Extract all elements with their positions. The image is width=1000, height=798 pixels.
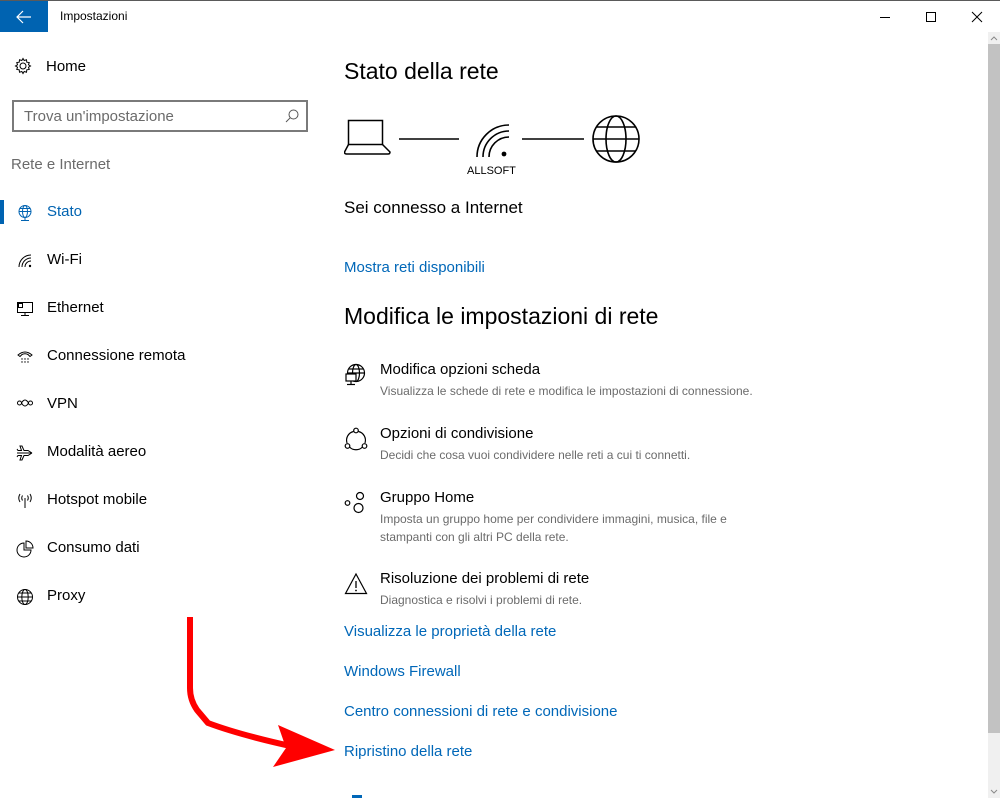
globe-icon bbox=[17, 589, 33, 605]
sidebar-item-label: Proxy bbox=[47, 587, 86, 604]
active-indicator bbox=[0, 200, 4, 224]
network-status-icon bbox=[18, 205, 32, 221]
ethernet-icon bbox=[17, 302, 33, 316]
warning-icon bbox=[344, 572, 368, 595]
status-title: Stato della rete bbox=[344, 58, 499, 84]
adapter-icon bbox=[345, 363, 366, 386]
sidebar-item-consumo-dati[interactable]: Consumo dati bbox=[0, 524, 320, 572]
option-description: Imposta un gruppo home per condividere i… bbox=[380, 512, 727, 544]
home-nav-item[interactable]: Home bbox=[14, 57, 86, 75]
windows-firewall-link[interactable]: Windows Firewall bbox=[344, 663, 461, 680]
sidebar-item-vpn[interactable]: VPN bbox=[0, 380, 320, 428]
change-settings-title: Modifica le impostazioni di rete bbox=[344, 303, 659, 329]
sidebar-item-label: Wi-Fi bbox=[47, 251, 82, 268]
search-input[interactable] bbox=[14, 102, 274, 130]
network-properties-link[interactable]: Visualizza le proprietà della rete bbox=[344, 623, 556, 640]
option-homegroup[interactable]: Gruppo Home Imposta un gruppo home per c… bbox=[344, 489, 984, 553]
close-icon bbox=[971, 11, 983, 22]
scroll-up-button[interactable] bbox=[988, 32, 1000, 44]
minimize-button[interactable] bbox=[862, 1, 908, 32]
wifi-icon bbox=[18, 254, 32, 268]
sidebar-item-wifi[interactable]: Wi-Fi bbox=[0, 236, 320, 284]
option-title: Gruppo Home bbox=[380, 489, 475, 506]
option-description: Decidi che cosa vuoi condividere nelle r… bbox=[380, 448, 691, 462]
show-networks-link[interactable]: Mostra reti disponibili bbox=[344, 259, 485, 276]
sidebar-item-label: Hotspot mobile bbox=[47, 491, 148, 508]
sidebar-item-hotspot-mobile[interactable]: Hotspot mobile bbox=[0, 476, 320, 524]
chevron-up-icon bbox=[990, 36, 998, 41]
sidebar-item-proxy[interactable]: Proxy bbox=[0, 572, 320, 620]
search-box bbox=[12, 100, 308, 132]
sidebar-item-label: Connessione remota bbox=[47, 347, 186, 364]
back-button[interactable] bbox=[0, 1, 48, 32]
option-adapter[interactable]: Modifica opzioni scheda Visualizza le sc… bbox=[344, 361, 984, 405]
maximize-icon bbox=[926, 11, 936, 22]
sidebar-item-modalita-aereo[interactable]: Modalità aereo bbox=[0, 428, 320, 476]
chevron-down-icon bbox=[990, 789, 998, 794]
scroll-thumb[interactable] bbox=[988, 44, 1000, 733]
network-reset-link[interactable]: Ripristino della rete bbox=[344, 743, 472, 760]
sidebar-item-ethernet[interactable]: Ethernet bbox=[0, 284, 320, 332]
title-bar: Impostazioni bbox=[0, 1, 1000, 32]
maximize-button[interactable] bbox=[908, 1, 954, 32]
option-description: Diagnostica e risolvi i problemi di rete… bbox=[380, 593, 583, 607]
sidebar-item-label: VPN bbox=[47, 395, 78, 412]
vpn-icon bbox=[17, 399, 33, 407]
sidebar-item-stato[interactable]: Stato bbox=[0, 188, 320, 236]
option-title: Opzioni di condivisione bbox=[380, 425, 534, 442]
option-title: Risoluzione dei problemi di rete bbox=[380, 570, 590, 587]
home-label: Home bbox=[46, 57, 87, 75]
homegroup-icon bbox=[344, 491, 365, 514]
network-sharing-center-link[interactable]: Centro connessioni di rete e condivision… bbox=[344, 703, 618, 720]
app-title: Impostazioni bbox=[60, 9, 128, 23]
sidebar-item-label: Modalità aereo bbox=[47, 443, 147, 460]
section-label: Rete e Internet bbox=[11, 156, 111, 173]
close-button[interactable] bbox=[954, 1, 1000, 32]
scrollbar[interactable] bbox=[988, 32, 1000, 798]
option-title: Modifica opzioni scheda bbox=[380, 361, 541, 378]
internet-globe-icon bbox=[592, 115, 640, 163]
sharing-icon bbox=[344, 427, 368, 451]
laptop-icon bbox=[344, 119, 391, 155]
wifi-icon bbox=[476, 124, 510, 158]
option-sharing[interactable]: Opzioni di condivisione Decidi che cosa … bbox=[344, 425, 984, 469]
airplane-icon bbox=[16, 445, 33, 461]
option-troubleshoot[interactable]: Risoluzione dei problemi di rete Diagnos… bbox=[344, 570, 984, 614]
sidebar-item-label: Ethernet bbox=[47, 299, 104, 316]
dialup-phone-icon bbox=[17, 351, 33, 363]
connection-status: Sei connesso a Internet bbox=[344, 198, 523, 217]
option-description: Visualizza le schede di rete e modifica … bbox=[380, 384, 753, 398]
sidebar-item-label: Consumo dati bbox=[47, 539, 140, 556]
sidebar-item-connessione-remota[interactable]: Connessione remota bbox=[0, 332, 320, 380]
scroll-down-button[interactable] bbox=[988, 786, 1000, 798]
minimize-icon bbox=[880, 16, 890, 18]
arrow-left-icon bbox=[16, 10, 31, 23]
network-name: ALLSOFT bbox=[467, 165, 516, 177]
sidebar-nav: Stato Wi-Fi Ethernet Connessione remota … bbox=[0, 188, 320, 620]
hotspot-icon bbox=[18, 493, 32, 508]
sidebar-item-label: Stato bbox=[47, 203, 83, 220]
sidebar: Home Rete e Internet Stato Wi-Fi Etherne… bbox=[0, 32, 320, 798]
gear-icon bbox=[14, 57, 32, 75]
data-usage-icon bbox=[16, 540, 34, 558]
main-content: Stato della rete ALLSOFT Sei connesso a … bbox=[344, 32, 984, 798]
search-icon[interactable] bbox=[284, 108, 300, 124]
